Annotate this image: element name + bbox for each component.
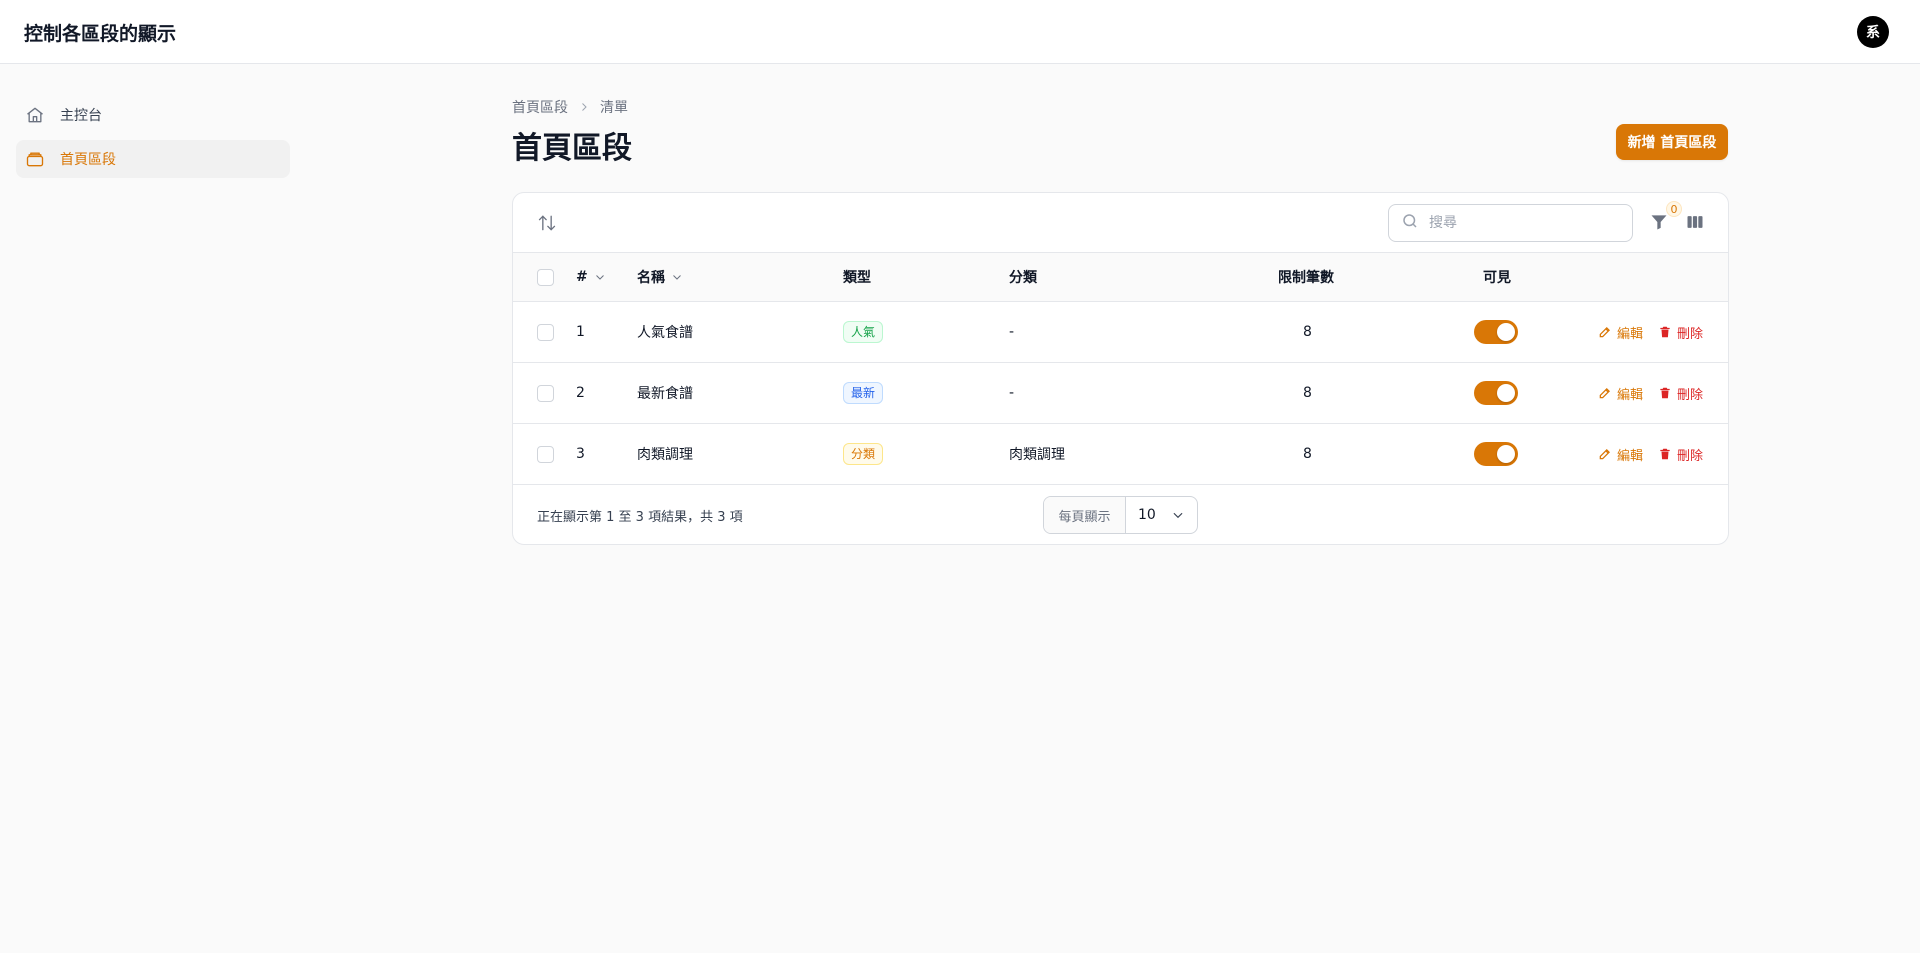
table-row: 3 肉類調理 分類 肉類調理 8 編輯 刪除: [513, 424, 1728, 485]
page-title: 首頁區段: [512, 131, 632, 166]
breadcrumb-root[interactable]: 首頁區段: [512, 97, 568, 117]
sidebar: 主控台 首頁區段: [16, 96, 290, 184]
chevron-down-icon: [1173, 512, 1183, 519]
row-index: 2: [576, 385, 585, 401]
breadcrumb-current: 清單: [600, 100, 628, 116]
row-name: 人氣食譜: [637, 325, 693, 341]
sidebar-item-label: 主控台: [60, 108, 102, 124]
edit-icon: [1599, 388, 1610, 399]
delete-label: 刪除: [1677, 448, 1704, 464]
type-badge: 最新: [843, 382, 884, 404]
edit-button[interactable]: 編輯: [1598, 323, 1643, 342]
type-badge: 人氣: [843, 321, 884, 343]
sort-name-header[interactable]: 名稱: [637, 267, 683, 287]
row-limit: 8: [1303, 385, 1312, 401]
edit-label: 編輯: [1617, 448, 1644, 464]
edit-button[interactable]: 編輯: [1598, 384, 1643, 403]
row-limit: 8: [1303, 324, 1312, 340]
top-bar: 控制各區段的顯示 系: [0, 0, 1920, 64]
results-summary: 正在顯示第 1 至 3 項結果，共 3 項: [537, 510, 743, 525]
header-visible: 可見: [1483, 270, 1511, 286]
header-index: #: [576, 269, 588, 285]
columns-icon[interactable]: [1685, 212, 1707, 234]
visible-toggle[interactable]: [1474, 381, 1518, 405]
row-name: 最新食譜: [637, 386, 693, 402]
trash-icon: [1660, 448, 1670, 460]
row-category: -: [1009, 385, 1015, 401]
row-index: 1: [576, 324, 585, 340]
table-row: 2 最新食譜 最新 - 8 編輯 刪除: [513, 363, 1728, 424]
table-header: # 名稱 類型 分類 限制筆數 可見: [513, 253, 1728, 302]
row-index: 3: [576, 446, 585, 462]
table-card: 0 # 名稱 類型 分類 限制筆數 可見 1 人氣食譜 人氣 - 8: [512, 192, 1729, 545]
edit-label: 編輯: [1617, 387, 1644, 403]
sidebar-item-label: 首頁區段: [60, 152, 116, 168]
edit-label: 編輯: [1617, 326, 1644, 342]
per-page-label: 每頁顯示: [1044, 497, 1126, 533]
chevron-down-icon: [673, 275, 681, 280]
row-checkbox[interactable]: [537, 323, 554, 341]
search-input[interactable]: [1429, 215, 1619, 231]
table-footer: 正在顯示第 1 至 3 項結果，共 3 項 每頁顯示 10: [513, 485, 1728, 544]
row-checkbox[interactable]: [537, 384, 554, 402]
delete-button[interactable]: 刪除: [1658, 384, 1703, 403]
per-page-control: 每頁顯示 10: [1043, 496, 1198, 534]
per-page-value: 10: [1138, 507, 1156, 523]
header-name: 名稱: [637, 270, 665, 286]
table-row: 1 人氣食譜 人氣 - 8 編輯 刪除: [513, 302, 1728, 363]
stack-icon: [24, 148, 46, 170]
delete-button[interactable]: 刪除: [1658, 445, 1703, 464]
header-limit: 限制筆數: [1278, 270, 1334, 286]
filter-count-badge: 0: [1666, 201, 1682, 217]
home-icon: [24, 104, 46, 126]
per-page-select[interactable]: 10: [1126, 497, 1197, 533]
delete-label: 刪除: [1677, 326, 1704, 342]
trash-icon: [1660, 387, 1670, 399]
search-icon: [1401, 212, 1419, 234]
delete-label: 刪除: [1677, 387, 1704, 403]
visible-toggle[interactable]: [1474, 320, 1518, 344]
new-section-button[interactable]: 新增 首頁區段: [1616, 124, 1728, 160]
search-box[interactable]: [1388, 204, 1633, 242]
delete-button[interactable]: 刪除: [1658, 323, 1703, 342]
table-toolbar: 0: [513, 193, 1728, 253]
row-limit: 8: [1303, 446, 1312, 462]
chevron-down-icon: [595, 275, 604, 280]
sort-icon[interactable]: [537, 213, 557, 233]
sidebar-item-dashboard[interactable]: 主控台: [16, 96, 290, 134]
row-name: 肉類調理: [637, 447, 693, 463]
avatar[interactable]: 系: [1857, 16, 1889, 48]
filter-icon[interactable]: [1649, 212, 1671, 234]
header-category: 分類: [1009, 270, 1037, 286]
chevron-right-icon: [578, 101, 590, 113]
sort-index-header[interactable]: #: [576, 269, 606, 285]
row-category: -: [1009, 324, 1015, 340]
trash-icon: [1660, 326, 1670, 338]
row-category: 肉類調理: [1009, 447, 1065, 463]
header-type: 類型: [843, 270, 871, 286]
select-all-checkbox[interactable]: [537, 268, 554, 286]
type-badge: 分類: [843, 443, 884, 465]
visible-toggle[interactable]: [1474, 442, 1518, 466]
sidebar-item-home-sections[interactable]: 首頁區段: [16, 140, 290, 178]
breadcrumb: 首頁區段 清單: [512, 97, 628, 117]
edit-icon: [1599, 449, 1610, 460]
edit-icon: [1599, 327, 1610, 338]
app-title: 控制各區段的顯示: [24, 23, 177, 45]
row-checkbox[interactable]: [537, 445, 554, 463]
edit-button[interactable]: 編輯: [1598, 445, 1643, 464]
